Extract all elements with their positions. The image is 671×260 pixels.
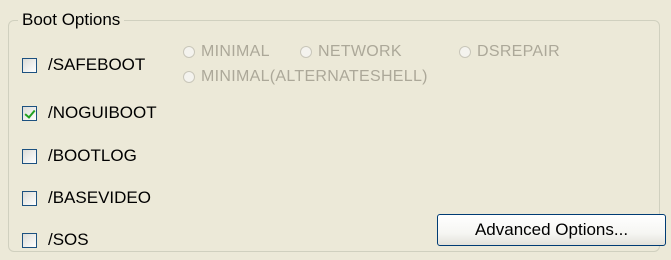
radio-network-label: NETWORK <box>318 43 402 60</box>
radio-dsrepair-label: DSREPAIR <box>477 43 561 60</box>
bootlog-checkbox[interactable]: /BOOTLOG <box>22 145 137 167</box>
radio-minimal-dot[interactable] <box>183 46 195 58</box>
radio-dsrepair-dot[interactable] <box>459 46 471 58</box>
bootlog-checkbox-box[interactable] <box>22 148 37 164</box>
radio-minimal-alternateshell-label: MINIMAL(ALTERNATESHELL) <box>201 68 428 85</box>
sos-checkbox-box[interactable] <box>22 232 37 248</box>
radio-minimal[interactable]: MINIMAL <box>183 42 270 62</box>
radio-minimal-alternateshell-dot[interactable] <box>183 71 195 83</box>
basevideo-checkbox-box[interactable] <box>22 190 37 206</box>
basevideo-checkbox[interactable]: /BASEVIDEO <box>22 187 151 209</box>
radio-network[interactable]: NETWORK <box>300 42 402 62</box>
advanced-options-button[interactable]: Advanced Options... <box>437 214 666 246</box>
noguiboot-label: /NOGUIBOOT <box>48 103 157 122</box>
basevideo-label: /BASEVIDEO <box>48 188 151 207</box>
radio-dsrepair[interactable]: DSREPAIR <box>459 42 560 62</box>
safeboot-label: /SAFEBOOT <box>48 55 146 74</box>
bootlog-label: /BOOTLOG <box>48 146 137 165</box>
radio-minimal-alternateshell[interactable]: MINIMAL(ALTERNATESHELL) <box>183 67 428 87</box>
noguiboot-checkbox-box[interactable] <box>22 105 37 121</box>
safeboot-checkbox[interactable]: /SAFEBOOT <box>22 54 145 76</box>
safeboot-checkbox-box[interactable] <box>22 57 37 73</box>
radio-network-dot[interactable] <box>300 46 312 58</box>
boot-options-title: Boot Options <box>18 10 125 30</box>
radio-minimal-label: MINIMAL <box>201 43 270 60</box>
sos-checkbox[interactable]: /SOS <box>22 229 89 251</box>
noguiboot-checkbox[interactable]: /NOGUIBOOT <box>22 102 157 124</box>
sos-label: /SOS <box>48 230 89 249</box>
